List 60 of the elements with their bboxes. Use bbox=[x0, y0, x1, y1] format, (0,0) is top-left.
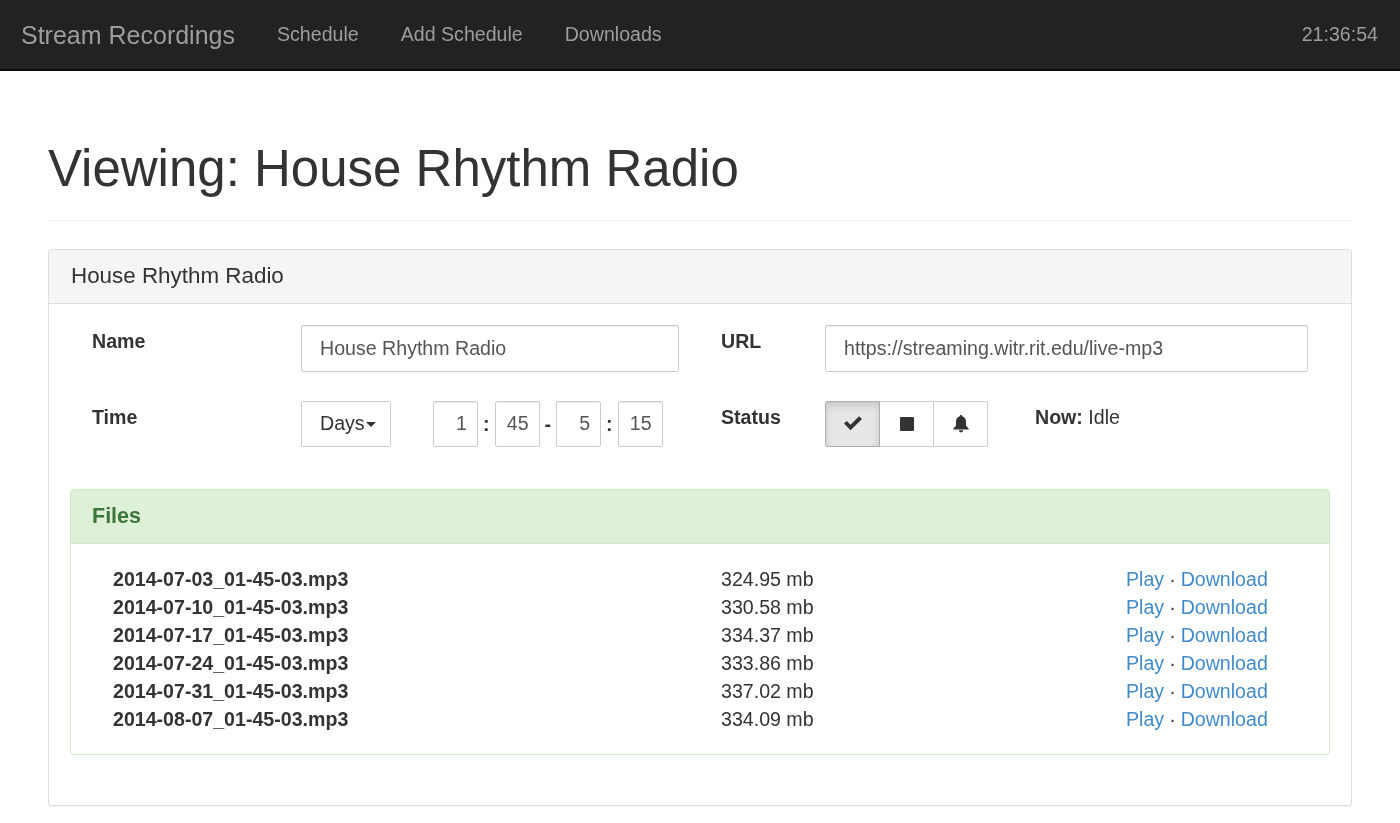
time-field[interactable]: 15 bbox=[617, 400, 663, 447]
download-link[interactable]: Download bbox=[1180, 680, 1268, 703]
separator-dot: · bbox=[1169, 708, 1176, 731]
separator-dot: · bbox=[1169, 680, 1176, 703]
time-field[interactable]: 1 bbox=[433, 400, 478, 447]
play-link[interactable]: Play bbox=[1126, 568, 1165, 591]
file-size: 337.02 mb bbox=[721, 679, 814, 705]
separator-dot: · bbox=[1169, 652, 1176, 675]
nav-link[interactable]: Downloads bbox=[564, 20, 662, 49]
file-name: 2014-07-17_01-45-03.mp3 bbox=[113, 623, 349, 649]
play-link[interactable]: Play bbox=[1126, 708, 1165, 731]
days-dropdown[interactable]: Days bbox=[301, 400, 391, 447]
download-link[interactable]: Download bbox=[1180, 652, 1268, 675]
caret-icon bbox=[365, 422, 376, 428]
time-field[interactable]: 5 bbox=[556, 400, 602, 447]
time-label: Time bbox=[92, 404, 138, 430]
page-title: Viewing: House Rhythm Radio bbox=[48, 141, 739, 198]
play-link[interactable]: Play bbox=[1126, 680, 1165, 703]
time-field[interactable]: 45 bbox=[494, 400, 540, 447]
file-name: 2014-07-24_01-45-03.mp3 bbox=[113, 651, 349, 677]
download-link[interactable]: Download bbox=[1180, 708, 1268, 731]
url-label: URL bbox=[721, 328, 762, 354]
file-name: 2014-07-03_01-45-03.mp3 bbox=[113, 567, 349, 593]
file-size: 324.95 mb bbox=[721, 567, 814, 593]
status-button[interactable] bbox=[879, 400, 934, 447]
file-size: 334.09 mb bbox=[721, 707, 814, 733]
url-field[interactable]: https://streaming.witr.rit.edu/live-mp3 bbox=[825, 324, 1308, 372]
time-separator: : bbox=[483, 411, 490, 437]
files-heading: Files bbox=[71, 489, 1329, 545]
download-link[interactable]: Download bbox=[1180, 568, 1268, 591]
name-field[interactable]: House Rhythm Radio bbox=[301, 324, 679, 372]
status-button[interactable] bbox=[825, 400, 880, 447]
file-size: 334.37 mb bbox=[721, 623, 814, 649]
play-link[interactable]: Play bbox=[1126, 652, 1165, 675]
file-name: 2014-08-07_01-45-03.mp3 bbox=[113, 707, 349, 733]
separator-dot: · bbox=[1169, 596, 1176, 619]
name-label: Name bbox=[92, 328, 146, 354]
nav-link[interactable]: Schedule bbox=[277, 20, 359, 49]
play-link[interactable]: Play bbox=[1126, 596, 1165, 619]
download-link[interactable]: Download bbox=[1180, 624, 1268, 647]
status-button[interactable] bbox=[933, 400, 988, 447]
file-name: 2014-07-31_01-45-03.mp3 bbox=[113, 679, 349, 705]
panel-heading: House Rhythm Radio bbox=[49, 250, 1351, 304]
separator-dot: · bbox=[1169, 624, 1176, 647]
stop-icon bbox=[899, 416, 914, 431]
download-link[interactable]: Download bbox=[1180, 596, 1268, 619]
brand-link[interactable]: Stream Recordings bbox=[21, 19, 235, 50]
clock-time: 21:36:54 bbox=[1301, 21, 1378, 47]
play-link[interactable]: Play bbox=[1126, 624, 1165, 647]
status-label: Status bbox=[721, 404, 781, 430]
time-separator: : bbox=[606, 411, 613, 437]
file-size: 330.58 mb bbox=[721, 595, 814, 621]
file-size: 333.86 mb bbox=[721, 651, 814, 677]
nav-link[interactable]: Add Schedule bbox=[400, 20, 523, 49]
time-separator: - bbox=[544, 411, 552, 437]
check-icon bbox=[843, 416, 862, 432]
status-now-text: Now: Idle bbox=[1035, 404, 1120, 430]
bell-icon bbox=[952, 414, 969, 433]
separator-dot: · bbox=[1169, 568, 1176, 591]
file-name: 2014-07-10_01-45-03.mp3 bbox=[113, 595, 349, 621]
